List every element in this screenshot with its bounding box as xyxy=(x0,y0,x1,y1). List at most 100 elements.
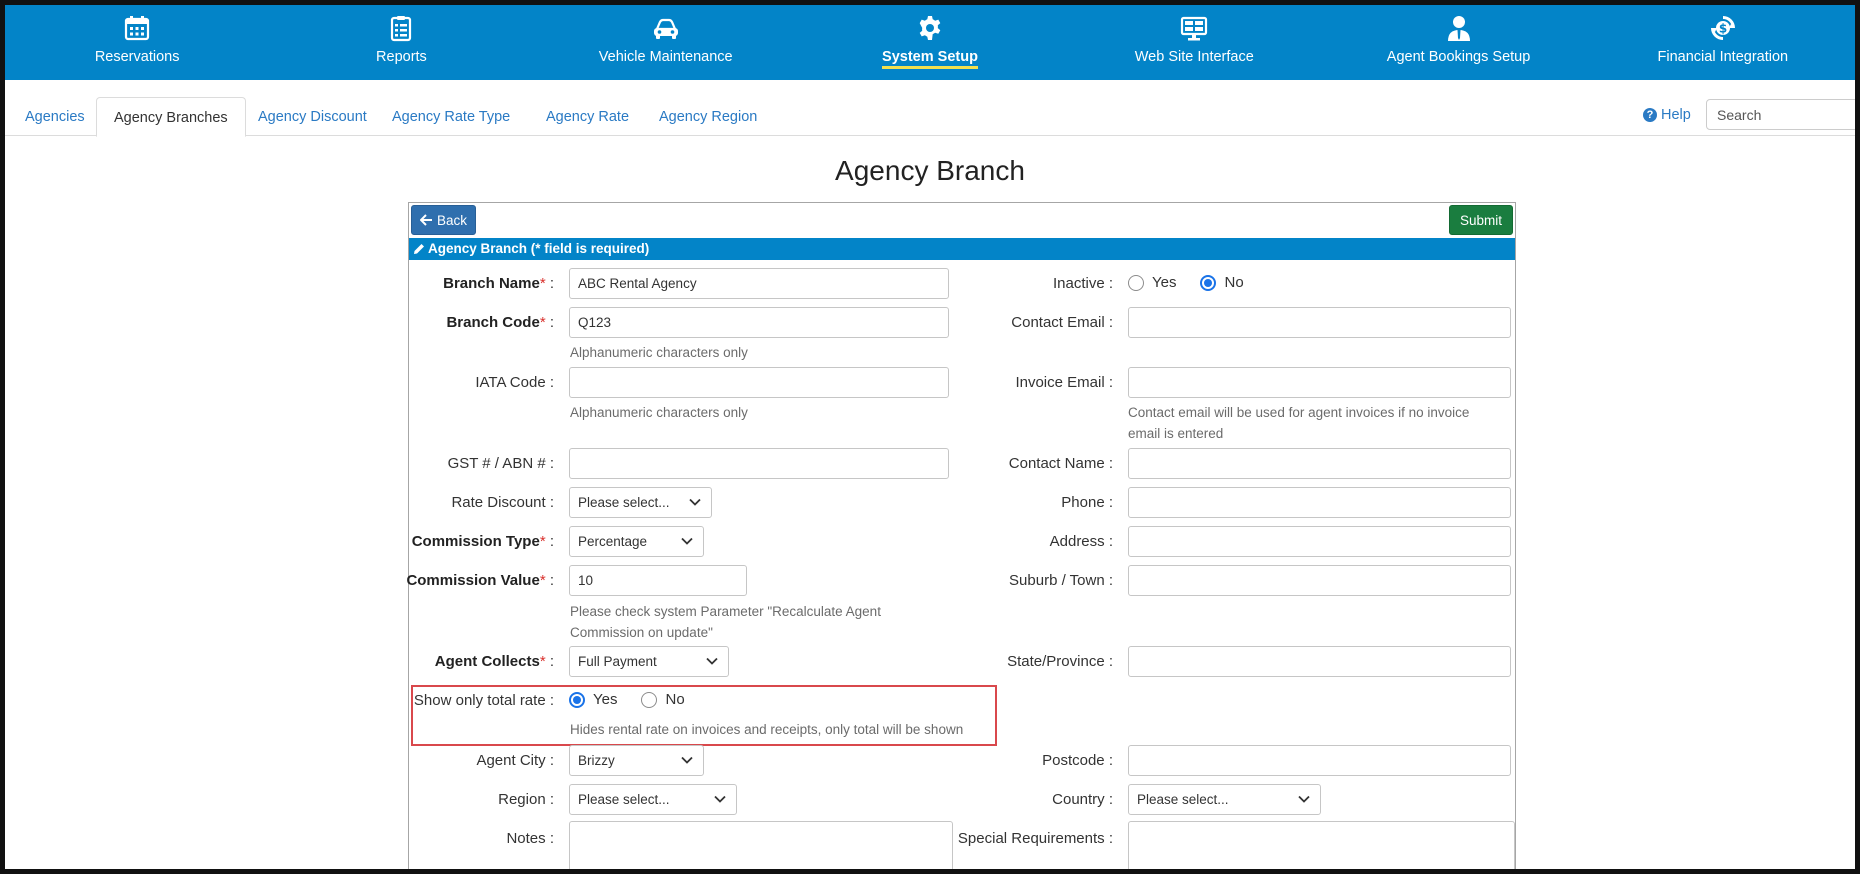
car-icon xyxy=(653,18,678,39)
gst-label: GST # / ABN # : xyxy=(447,455,554,472)
invoice-email-hint-2: email is entered xyxy=(1128,426,1224,441)
gear-icon xyxy=(919,16,941,40)
country-value: Please select... xyxy=(1137,792,1229,807)
address-input[interactable] xyxy=(1128,526,1511,557)
tab-agencies[interactable]: Agencies xyxy=(8,97,102,136)
country-select[interactable]: Please select... xyxy=(1128,784,1321,815)
tab-agency-region[interactable]: Agency Region xyxy=(642,97,774,136)
sub-tabs: Agencies Agency Branches Agency Discount… xyxy=(5,80,1855,137)
agent-collects-label: Agent Collects* : xyxy=(434,653,554,670)
nav-reservations[interactable]: Reservations xyxy=(5,5,269,80)
iata-code-label: IATA Code : xyxy=(475,374,554,391)
nav-system-setup[interactable]: System Setup xyxy=(798,5,1062,80)
notes-textarea[interactable] xyxy=(569,821,953,869)
top-navigation: Reservations Reports Vehicle Maintenance… xyxy=(5,5,1855,80)
pencil-icon xyxy=(414,244,424,254)
suburb-input[interactable] xyxy=(1128,565,1511,596)
tab-agency-branches[interactable]: Agency Branches xyxy=(96,97,246,137)
inactive-label: Inactive : xyxy=(1052,275,1113,292)
monitor-icon xyxy=(1181,16,1208,41)
dollar-refresh-icon: $ xyxy=(1710,16,1735,40)
agent-collects-select[interactable]: Full Payment xyxy=(569,646,729,677)
nav-vehicle-maintenance[interactable]: Vehicle Maintenance xyxy=(534,5,798,80)
panel-heading-text: Agency Branch (* field is required) xyxy=(428,241,650,256)
region-select[interactable]: Please select... xyxy=(569,784,737,815)
special-requirements-textarea[interactable] xyxy=(1128,821,1515,869)
invoice-email-input[interactable] xyxy=(1128,367,1511,398)
inactive-no-option[interactable]: No xyxy=(1200,274,1244,291)
chevron-down-icon xyxy=(714,795,726,803)
search-input[interactable] xyxy=(1706,99,1855,130)
commission-type-label: Commission Type* : xyxy=(411,533,554,550)
tab-agency-rate-type[interactable]: Agency Rate Type xyxy=(375,97,527,136)
tab-agency-discount[interactable]: Agency Discount xyxy=(241,97,384,136)
highlight-box xyxy=(411,685,997,746)
commission-value-label: Commission Value* : xyxy=(406,572,554,589)
agent-collects-value: Full Payment xyxy=(578,654,657,669)
nav-reports[interactable]: Reports xyxy=(269,5,533,80)
chevron-down-icon xyxy=(706,657,718,665)
contact-email-input[interactable] xyxy=(1128,307,1511,338)
back-button[interactable]: Back xyxy=(411,205,477,235)
tab-agency-rate[interactable]: Agency Rate xyxy=(529,97,646,136)
branch-code-input[interactable]: Q123 xyxy=(569,307,949,338)
commission-type-select[interactable]: Percentage xyxy=(569,526,704,557)
rate-discount-value: Please select... xyxy=(578,495,670,510)
nav-label: Financial Integration xyxy=(1657,49,1789,65)
rate-discount-select[interactable]: Please select... xyxy=(569,487,712,518)
phone-input[interactable] xyxy=(1128,487,1511,518)
branch-name-label: Branch Name* : xyxy=(443,275,554,292)
suburb-label: Suburb / Town : xyxy=(1009,572,1113,589)
nav-label: Web Site Interface xyxy=(1134,49,1254,65)
nav-financial-integration[interactable]: $ Financial Integration xyxy=(1591,5,1855,80)
page-title: Agency Branch xyxy=(835,155,1025,186)
contact-name-label: Contact Name : xyxy=(1008,455,1113,472)
branch-name-input[interactable]: ABC Rental Agency xyxy=(569,268,949,299)
address-label: Address : xyxy=(1049,533,1113,550)
chevron-down-icon xyxy=(689,498,701,506)
app-window: Reservations Reports Vehicle Maintenance… xyxy=(0,0,1860,874)
nav-label: Agent Bookings Setup xyxy=(1386,49,1531,65)
calendar-icon xyxy=(125,16,150,41)
postcode-input[interactable] xyxy=(1128,745,1511,776)
nav-label: System Setup xyxy=(882,49,978,69)
question-icon: ? xyxy=(1643,108,1657,122)
iata-code-input[interactable] xyxy=(569,367,949,398)
inactive-yes-option[interactable]: Yes xyxy=(1128,274,1176,291)
nav-web-site-interface[interactable]: Web Site Interface xyxy=(1062,5,1326,80)
radio-no-label: No xyxy=(1224,274,1244,291)
radio-no[interactable] xyxy=(1200,274,1217,291)
help-label: Help xyxy=(1661,107,1691,123)
state-input[interactable] xyxy=(1128,646,1511,677)
chevron-down-icon xyxy=(681,537,693,545)
region-value: Please select... xyxy=(578,792,670,807)
special-requirements-label: Special Requirements : xyxy=(957,830,1113,847)
rate-discount-label: Rate Discount : xyxy=(451,494,554,511)
commission-value-hint-1: Please check system Parameter "Recalcula… xyxy=(570,604,881,619)
contact-name-input[interactable] xyxy=(1128,448,1511,479)
nav-agent-bookings-setup[interactable]: Agent Bookings Setup xyxy=(1326,5,1590,80)
phone-label: Phone : xyxy=(1061,494,1113,511)
commission-value-input[interactable]: 10 xyxy=(569,565,747,596)
agent-city-value: Brizzy xyxy=(578,753,615,768)
postcode-label: Postcode : xyxy=(1042,752,1113,769)
submit-button[interactable]: Submit xyxy=(1448,205,1513,235)
nav-label: Vehicle Maintenance xyxy=(598,49,733,65)
country-label: Country : xyxy=(1052,791,1113,808)
invoice-email-label: Invoice Email : xyxy=(1015,374,1113,391)
branch-code-hint: Alphanumeric characters only xyxy=(570,345,748,360)
radio-yes-label: Yes xyxy=(1152,274,1177,291)
nav-label: Reports xyxy=(376,49,427,65)
gst-input[interactable] xyxy=(569,448,949,479)
commission-value-hint-2: Commission on update" xyxy=(570,625,713,640)
svg-text:$: $ xyxy=(1719,22,1727,36)
branch-code-label: Branch Code* : xyxy=(446,314,554,331)
state-label: State/Province : xyxy=(1007,653,1113,670)
help-link[interactable]: ? Help xyxy=(1643,107,1691,123)
inactive-radio-group: Yes No xyxy=(1128,274,1268,291)
radio-yes[interactable] xyxy=(1128,274,1144,291)
nav-label: Reservations xyxy=(94,49,180,65)
agent-city-label: Agent City : xyxy=(476,752,554,769)
agent-city-select[interactable]: Brizzy xyxy=(569,745,704,776)
agent-icon xyxy=(1447,16,1470,41)
